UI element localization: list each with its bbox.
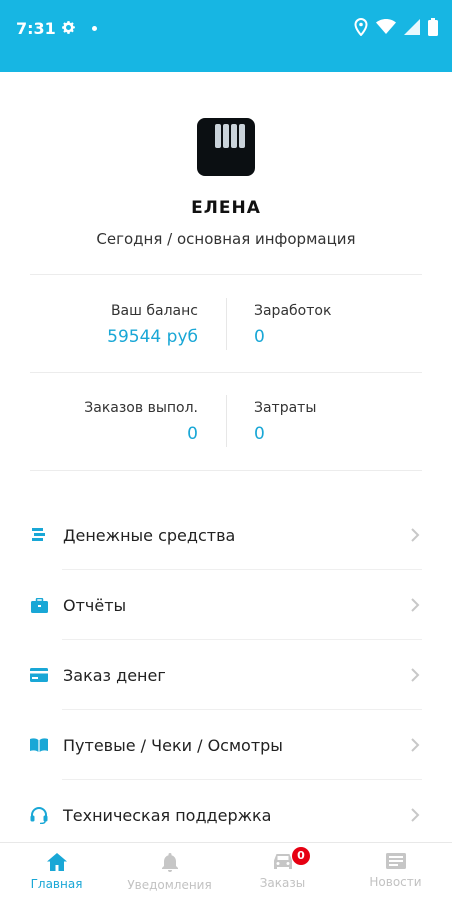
- balance-stat: Ваш баланс 59544 руб: [0, 303, 198, 347]
- orders-label: Заказов выпол.: [84, 400, 198, 416]
- nav-item-orders[interactable]: 0 Заказы: [226, 843, 339, 900]
- menu-item-support[interactable]: Техническая поддержка: [0, 780, 452, 850]
- earnings-label: Заработок: [254, 303, 332, 319]
- orders-value: 0: [187, 424, 198, 444]
- main-menu: Денежные средства Отчёты Заказ денег Пут…: [0, 500, 452, 850]
- card-icon: [30, 666, 48, 684]
- nav-label: Новости: [369, 875, 422, 889]
- chevron-right-icon: [411, 668, 420, 682]
- menu-item-label: Заказ денег: [63, 665, 166, 685]
- menu-item-money-order[interactable]: Заказ денег: [0, 640, 452, 710]
- book-icon: [30, 736, 48, 754]
- headset-icon: [30, 806, 48, 824]
- avatar[interactable]: [197, 118, 255, 176]
- bell-icon: [161, 853, 178, 872]
- chevron-right-icon: [411, 598, 420, 612]
- stat-separator: [226, 298, 227, 350]
- nav-item-home[interactable]: Главная: [0, 843, 113, 900]
- news-icon: [385, 853, 406, 869]
- chevron-right-icon: [411, 808, 420, 822]
- earnings-value: 0: [254, 327, 265, 347]
- orders-stat: Заказов выпол. 0: [0, 400, 198, 444]
- nav-item-news[interactable]: Новости: [339, 843, 452, 900]
- stat-separator: [226, 395, 227, 447]
- status-bar: 7:31: [0, 0, 452, 72]
- money-icon: [30, 526, 48, 544]
- menu-item-label: Путевые / Чеки / Осмотры: [63, 735, 283, 755]
- menu-item-money[interactable]: Денежные средства: [0, 500, 452, 570]
- menu-item-label: Денежные средства: [63, 525, 236, 545]
- menu-item-reports[interactable]: Отчёты: [0, 570, 452, 640]
- menu-item-waybills[interactable]: Путевые / Чеки / Осмотры: [0, 710, 452, 780]
- balance-value: 59544 руб: [107, 327, 198, 347]
- user-name: ЕЛЕНА: [191, 198, 261, 218]
- nav-label: Главная: [30, 877, 83, 891]
- profile-section: ЕЛЕНА Сегодня / основная информация: [0, 118, 452, 248]
- briefcase-icon: [30, 596, 48, 614]
- chevron-right-icon: [411, 528, 420, 542]
- battery-icon: [428, 18, 438, 36]
- nav-label: Уведомления: [127, 878, 212, 892]
- divider: [30, 274, 422, 275]
- status-time: 7:31: [16, 19, 56, 38]
- divider: [30, 470, 422, 471]
- notification-dot-icon: [92, 26, 97, 31]
- menu-item-label: Техническая поддержка: [63, 805, 272, 825]
- settings-status-icon: [62, 21, 75, 34]
- nav-label: Заказы: [259, 876, 306, 890]
- expenses-label: Затраты: [254, 400, 317, 416]
- status-icons: [354, 18, 438, 36]
- orders-badge: 0: [292, 847, 310, 865]
- divider: [30, 372, 422, 373]
- car-icon: [273, 854, 292, 869]
- page-subtitle: Сегодня / основная информация: [96, 230, 356, 248]
- chevron-right-icon: [411, 738, 420, 752]
- balance-label: Ваш баланс: [110, 303, 198, 319]
- nav-item-notifications[interactable]: Уведомления: [113, 843, 226, 900]
- menu-item-label: Отчёты: [63, 595, 127, 615]
- bottom-nav: Главная Уведомления 0 Заказы Новости: [0, 842, 452, 900]
- earnings-stat: Заработок 0: [254, 303, 452, 347]
- home-icon: [46, 853, 67, 871]
- expenses-value: 0: [254, 424, 265, 444]
- signal-icon: [404, 19, 420, 35]
- expenses-stat: Затраты 0: [254, 400, 452, 444]
- wifi-icon: [376, 19, 396, 34]
- location-icon: [354, 18, 368, 36]
